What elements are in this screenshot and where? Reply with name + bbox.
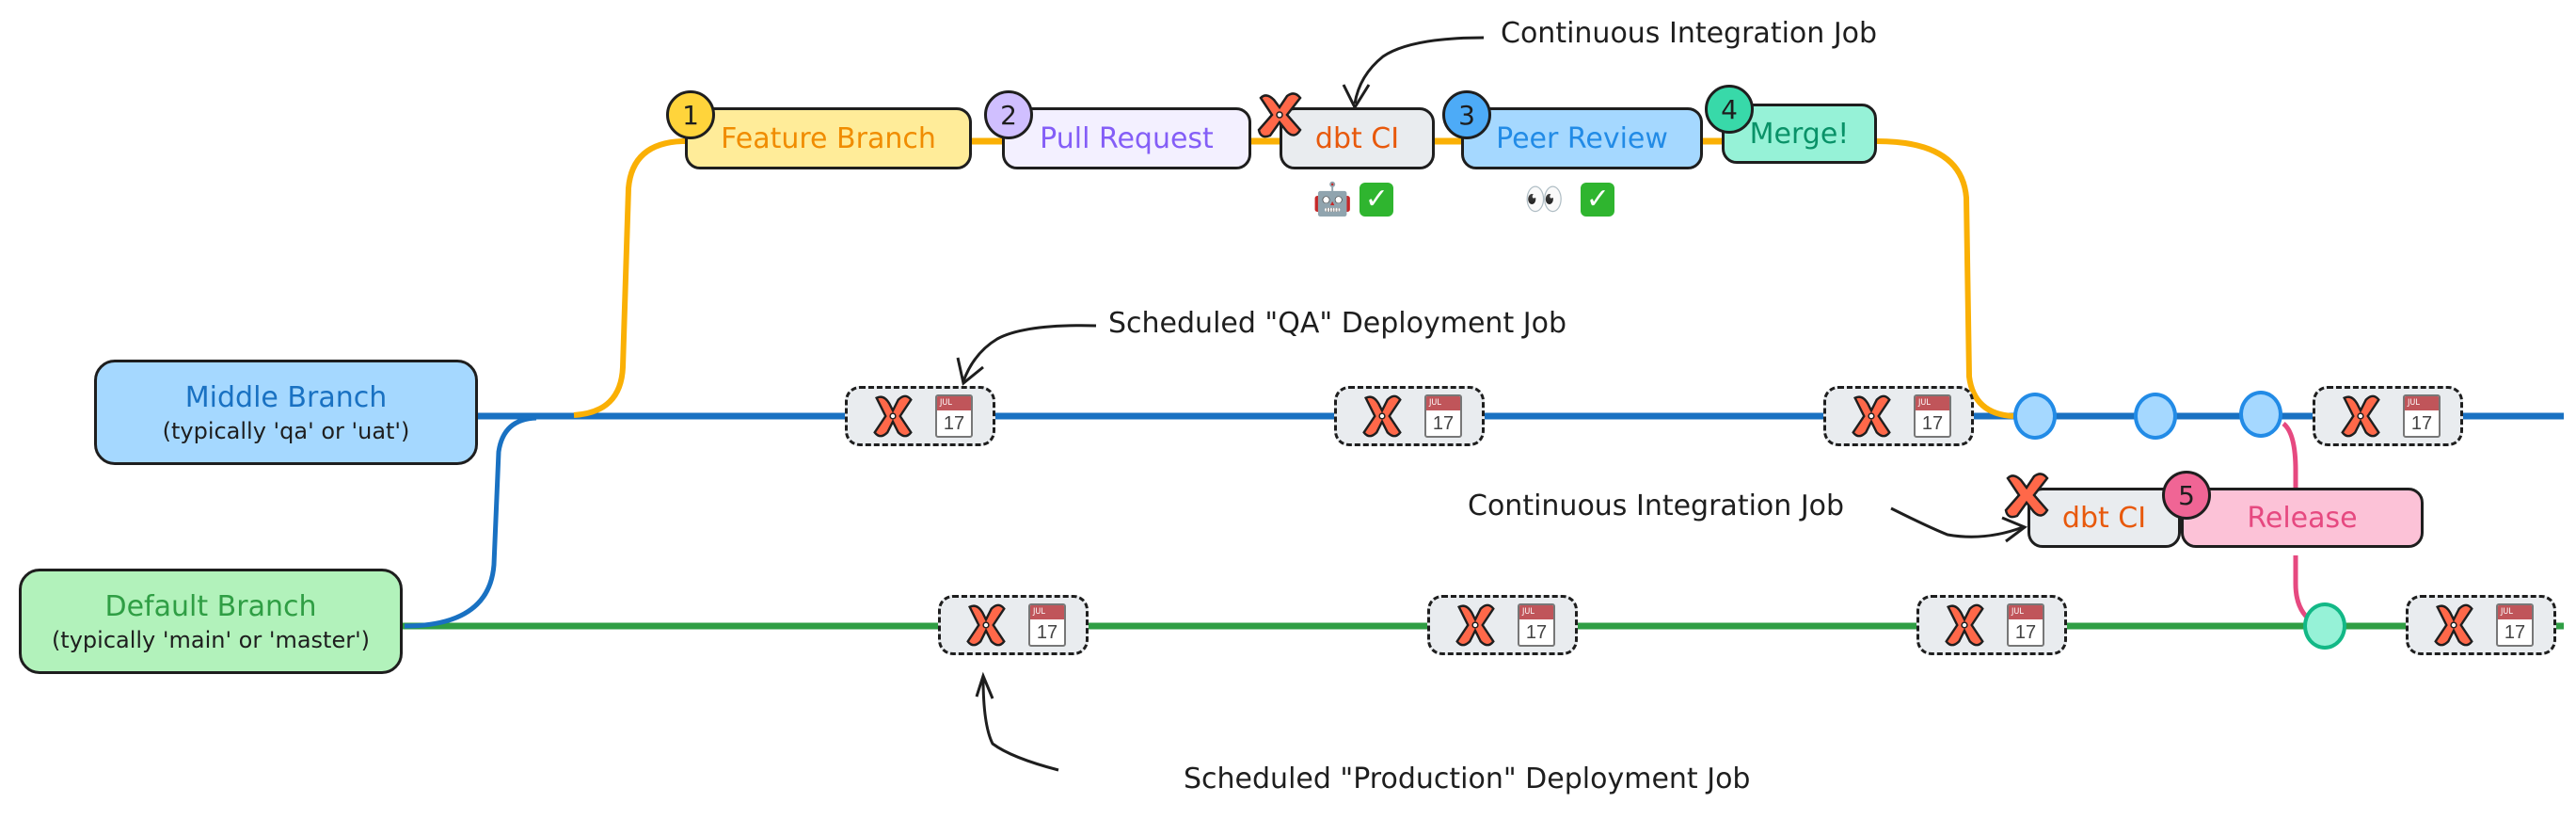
step-4-number: 4 (1721, 93, 1738, 125)
robot-icon: 🤖 (1312, 181, 1353, 218)
calendar-icon: JUL 17 (1424, 394, 1462, 438)
step-1-badge: 1 (666, 90, 715, 139)
merge-back-line (1876, 138, 2014, 419)
qa-arrow (962, 324, 1097, 382)
dbt-ci-bottom-label: dbt CI (2061, 501, 2147, 535)
default-scheduled-job[interactable]: JUL 17 (938, 595, 1089, 655)
middle-scheduled-job[interactable]: JUL 17 (2313, 386, 2463, 446)
ci-bottom-annotation: Continuous Integration Job (1468, 490, 1845, 522)
calendar-icon: JUL 17 (2496, 603, 2534, 647)
calendar-month: JUL (1426, 396, 1460, 410)
middle-branch-title: Middle Branch (184, 380, 388, 414)
step-3-badge: 3 (1442, 90, 1491, 139)
prod-job-annotation: Scheduled "Production" Deployment Job (1184, 763, 1751, 795)
calendar-day: 17 (2504, 622, 2526, 643)
calendar-month: JUL (2498, 605, 2532, 619)
pull-request-label: Pull Request (1040, 121, 1214, 155)
feature-branch-node[interactable]: Feature Branch (685, 107, 972, 169)
eyes-icon: 👀 (1524, 181, 1565, 218)
step-5-number: 5 (2178, 479, 2195, 511)
release-node[interactable]: Release (2181, 488, 2424, 548)
calendar-day: 17 (1432, 413, 1455, 434)
calendar-month: JUL (937, 396, 971, 410)
calendar-day: 17 (2410, 413, 2433, 434)
default-branch-box[interactable]: Default Branch (typically 'main' or 'mas… (19, 569, 403, 674)
calendar-icon: JUL 17 (1028, 603, 1066, 647)
middle-scheduled-job[interactable]: JUL 17 (1823, 386, 1974, 446)
default-scheduled-job[interactable]: JUL 17 (1916, 595, 2067, 655)
middle-commit[interactable] (2134, 393, 2177, 440)
dbt-logo-icon (1945, 603, 1984, 647)
middle-commit[interactable] (2239, 391, 2282, 438)
dbt-logo-icon (2434, 603, 2473, 647)
default-branch-subtitle: (typically 'main' or 'master') (51, 626, 371, 653)
calendar-month: JUL (1030, 605, 1064, 619)
middle-branch-box[interactable]: Middle Branch (typically 'qa' or 'uat') (94, 360, 478, 465)
peer-review-label: Peer Review (1496, 121, 1668, 155)
step-1-number: 1 (682, 99, 699, 131)
calendar-icon: JUL 17 (1914, 394, 1951, 438)
step-3-number: 3 (1458, 99, 1475, 131)
pull-request-node[interactable]: Pull Request (1002, 107, 1251, 169)
calendar-day: 17 (1921, 413, 1944, 434)
calendar-icon: JUL 17 (935, 394, 973, 438)
middle-scheduled-job[interactable]: JUL 17 (1334, 386, 1485, 446)
check-mark-icon: ✓ (1581, 183, 1615, 217)
release-label: Release (2247, 501, 2358, 535)
prod-arrow (981, 677, 1059, 772)
dbt-ci-top-label: dbt CI (1314, 121, 1400, 155)
feature-branch-label: Feature Branch (721, 121, 936, 155)
dbt-logo-icon (1257, 92, 1302, 138)
calendar-month: JUL (1916, 396, 1949, 410)
default-scheduled-job[interactable]: JUL 17 (2406, 595, 2556, 655)
dbt-logo-icon (1852, 394, 1891, 438)
calendar-icon: JUL 17 (2403, 394, 2441, 438)
feature-branch-out-line (573, 138, 696, 418)
dbt-logo-icon (966, 603, 1006, 647)
step-5-badge: 5 (2162, 471, 2211, 520)
calendar-day: 17 (2014, 622, 2037, 643)
calendar-month: JUL (1519, 605, 1553, 619)
ci-status-icons: 🤖 ✓ (1312, 181, 1394, 218)
middle-commit[interactable] (2013, 393, 2057, 440)
calendar-month: JUL (2405, 396, 2439, 410)
calendar-day: 17 (1525, 622, 1548, 643)
step-2-number: 2 (1000, 99, 1017, 131)
peer-review-node[interactable]: Peer Review (1461, 107, 1703, 169)
calendar-day: 17 (943, 413, 965, 434)
default-branch-title: Default Branch (104, 589, 317, 623)
qa-arrowhead (956, 357, 984, 386)
check-mark-icon: ✓ (1360, 183, 1394, 217)
ci-top-annotation: Continuous Integration Job (1501, 17, 1878, 50)
dbt-logo-icon (2341, 394, 2380, 438)
dbt-logo-icon (1455, 603, 1495, 647)
merge-label: Merge! (1749, 117, 1850, 151)
middle-scheduled-job[interactable]: JUL 17 (845, 386, 995, 446)
step-2-badge: 2 (984, 90, 1033, 139)
default-commit[interactable] (2303, 602, 2346, 650)
calendar-icon: JUL 17 (1518, 603, 1555, 647)
calendar-month: JUL (2009, 605, 2043, 619)
step-4-badge: 4 (1705, 85, 1754, 134)
dbt-logo-icon (1362, 394, 1402, 438)
dbt-logo-icon (873, 394, 913, 438)
dbt-logo-icon (2004, 473, 2049, 519)
middle-branch-subtitle: (typically 'qa' or 'uat') (162, 417, 410, 444)
qa-job-annotation: Scheduled "QA" Deployment Job (1108, 307, 1566, 340)
default-scheduled-job[interactable]: JUL 17 (1427, 595, 1578, 655)
peer-review-status-icons: 👀 ✓ (1524, 181, 1615, 218)
calendar-icon: JUL 17 (2007, 603, 2044, 647)
calendar-day: 17 (1036, 622, 1058, 643)
